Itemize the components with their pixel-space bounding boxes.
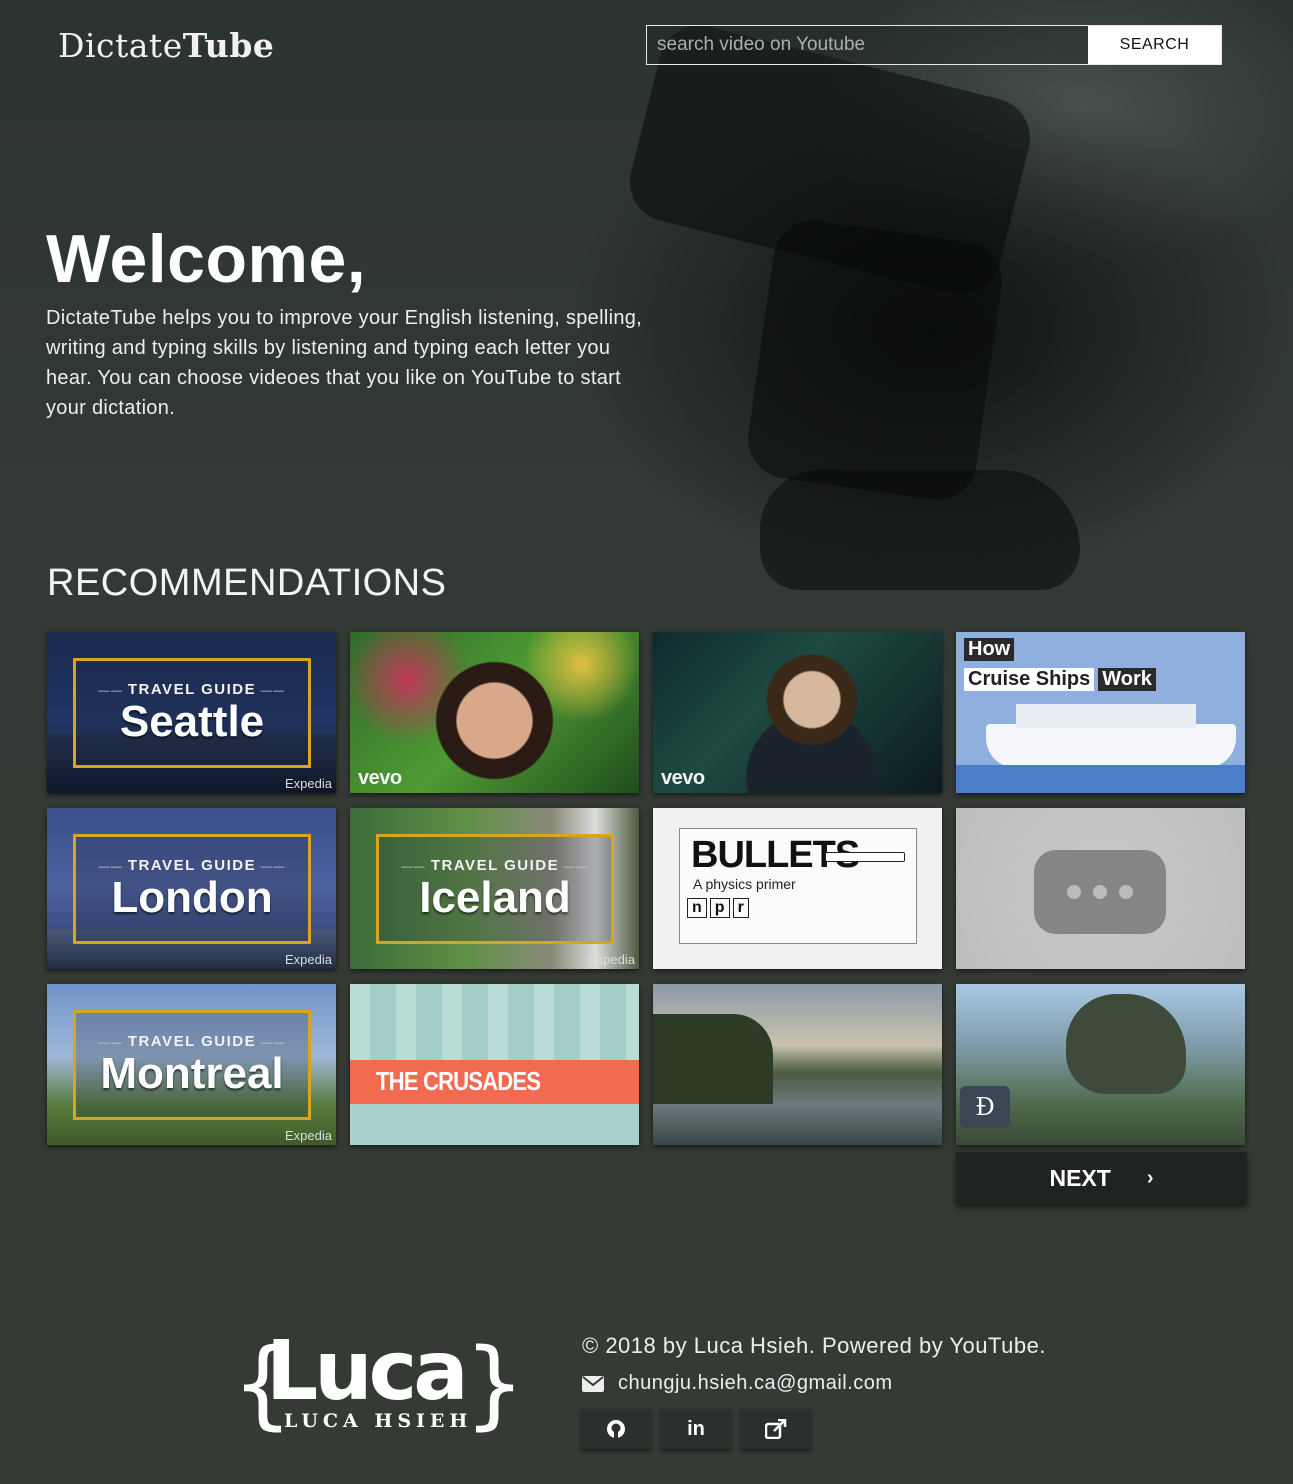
- city-title: Iceland: [419, 872, 571, 922]
- welcome-title: Welcome,: [46, 221, 367, 297]
- video-thumbnail-landscape[interactable]: [653, 984, 942, 1145]
- video-thumbnail-crusades[interactable]: THE CRUSADES: [350, 984, 639, 1145]
- city-title: London: [111, 872, 273, 922]
- video-thumbnail-unavailable[interactable]: [956, 808, 1245, 969]
- background-shoe-shape: [760, 470, 1080, 590]
- video-thumbnail-seattle[interactable]: TRAVEL GUIDE Seattle Expedia: [47, 632, 336, 793]
- travel-guide-frame: TRAVEL GUIDE London: [73, 834, 311, 944]
- background-leg-shape: [743, 215, 1007, 505]
- search-input[interactable]: [647, 26, 1088, 64]
- video-thumbnail-montreal[interactable]: TRAVEL GUIDE Montreal Expedia: [47, 984, 336, 1145]
- expedia-logo: Expedia: [588, 952, 635, 967]
- email-address[interactable]: chungju.hsieh.ca@gmail.com: [618, 1372, 893, 1395]
- video-thumbnail-music[interactable]: vevo: [653, 632, 942, 793]
- linkedin-button[interactable]: in: [661, 1409, 731, 1449]
- video-thumbnail-music[interactable]: vevo: [350, 632, 639, 793]
- more-icon: [1034, 850, 1166, 934]
- email-contact[interactable]: chungju.hsieh.ca@gmail.com: [582, 1372, 893, 1395]
- travel-guide-label: TRAVEL GUIDE: [401, 857, 588, 874]
- city-title: Montreal: [100, 1048, 284, 1098]
- external-link-icon: [765, 1419, 787, 1439]
- travel-guide-label: TRAVEL GUIDE: [98, 1033, 285, 1050]
- luca-logo-text: Luca: [266, 1324, 469, 1419]
- github-icon: [607, 1420, 625, 1438]
- vevo-logo: vevo: [358, 767, 402, 789]
- cruise-title-line1: How: [964, 638, 1015, 661]
- video-subtitle: A physics primer: [693, 876, 796, 892]
- video-thumbnail-disney[interactable]: Ð: [956, 984, 1245, 1145]
- cruise-title-line2b: Work: [1098, 668, 1156, 691]
- welcome-description: DictateTube helps you to improve your En…: [46, 307, 643, 419]
- expedia-logo: Expedia: [285, 776, 332, 791]
- video-thumbnail-london[interactable]: TRAVEL GUIDE London Expedia: [47, 808, 336, 969]
- expedia-logo: Expedia: [285, 952, 332, 967]
- social-links: in: [581, 1409, 811, 1449]
- npr-logo: n p r: [687, 898, 749, 918]
- app-logo[interactable]: DictateTube: [58, 26, 274, 65]
- recommendation-grid: TRAVEL GUIDE Seattle Expedia vevo vevo H…: [47, 632, 1245, 1145]
- luca-logo: { Luca } LUCA HSIEH: [232, 1324, 526, 1440]
- expedia-logo: Expedia: [285, 1128, 332, 1143]
- city-title: Seattle: [119, 696, 265, 746]
- copyright-text: © 2018 by Luca Hsieh. Powered by YouTube…: [582, 1333, 1046, 1358]
- luca-logo-subtitle: LUCA HSIEH: [284, 1410, 473, 1432]
- search-bar: SEARCH: [646, 25, 1222, 65]
- header: DictateTube SEARCH: [0, 0, 1293, 90]
- travel-guide-frame: TRAVEL GUIDE Montreal: [73, 1010, 311, 1120]
- travel-guide-label: TRAVEL GUIDE: [98, 681, 285, 698]
- search-button[interactable]: SEARCH: [1088, 26, 1221, 64]
- vevo-logo: vevo: [661, 767, 705, 789]
- next-label: NEXT: [1049, 1164, 1111, 1191]
- external-link-button[interactable]: [741, 1409, 811, 1449]
- github-button[interactable]: [581, 1409, 651, 1449]
- recommendations-title: RECOMMENDATIONS: [47, 562, 447, 604]
- disney-logo-icon: Ð: [960, 1086, 1010, 1128]
- travel-guide-label: TRAVEL GUIDE: [98, 857, 285, 874]
- envelope-icon: [582, 1375, 604, 1392]
- video-thumbnail-iceland[interactable]: TRAVEL GUIDE Iceland Expedia: [350, 808, 639, 969]
- linkedin-icon: in: [687, 1417, 705, 1440]
- video-title: THE CRUSADES: [376, 1066, 541, 1096]
- next-button[interactable]: NEXT ›: [956, 1152, 1247, 1204]
- chevron-right-icon: ›: [1146, 1166, 1154, 1189]
- travel-guide-frame: TRAVEL GUIDE Iceland: [376, 834, 614, 944]
- cruise-title-line2a: Cruise Ships: [964, 668, 1095, 691]
- travel-guide-frame: TRAVEL GUIDE Seattle: [73, 658, 311, 768]
- video-thumbnail-cruise-ships[interactable]: How Cruise Ships Work: [956, 632, 1245, 793]
- video-thumbnail-bullets[interactable]: BULLETS A physics primer n p r: [653, 808, 942, 969]
